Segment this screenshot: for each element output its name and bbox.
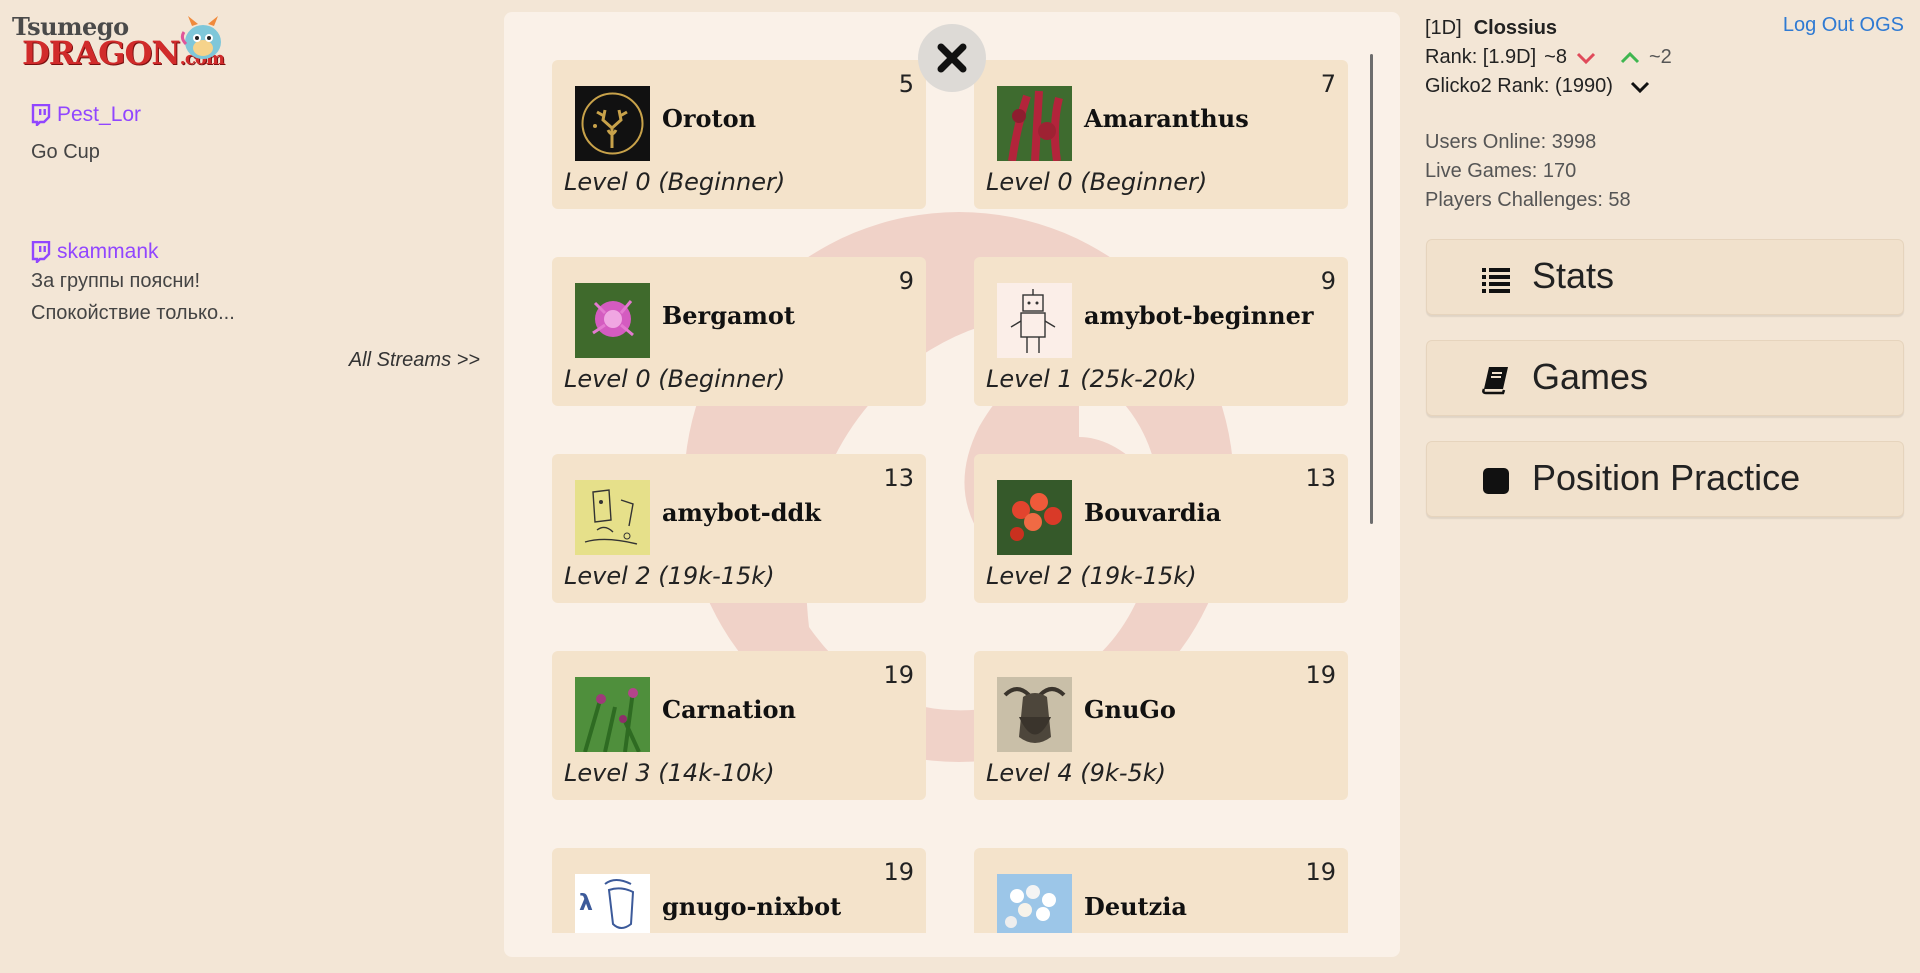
deer-logo-icon: [575, 86, 650, 161]
dragon-mascot-icon: [180, 16, 221, 59]
bot-level: Level 2 (19k-15k): [564, 562, 775, 590]
user-info: [1D] Clossius Rank: [1.9D] ~8 ~2 Glicko2…: [1425, 14, 1672, 101]
deutzia-flower-icon: [997, 874, 1072, 933]
players-challenges: Players Challenges: 58: [1425, 189, 1631, 211]
bot-card-amybot-ddk[interactable]: 13 amybot-ddk Level 2 (19k-15k): [552, 454, 926, 603]
sketch-drawing-icon: [575, 480, 650, 555]
svg-text:λ: λ: [579, 891, 593, 916]
bot-level: Level 0 (Beginner): [564, 168, 786, 196]
bot-level: Level 4 (9k-5k): [986, 759, 1167, 787]
bot-count: 19: [1305, 661, 1336, 689]
chevron-down-red-icon[interactable]: [1575, 50, 1597, 66]
site-stats: Users Online: 3998 Live Games: 170 Playe…: [1425, 128, 1631, 215]
bot-card-carnation[interactable]: 19 Carnation Level 3 (14k-10k): [552, 651, 926, 800]
stats-label: Stats: [1532, 255, 1615, 296]
bot-name: Amaranthus: [1084, 104, 1249, 133]
bot-name: amybot-beginner: [1084, 301, 1314, 330]
logout-link[interactable]: Log Out OGS: [1783, 14, 1904, 37]
stream-title-line: За группы поясни!: [31, 270, 201, 292]
games-label: Games: [1532, 356, 1649, 397]
site-logo[interactable]: Tsumego DRAGON.com: [10, 12, 228, 72]
stream-item: Pest_Lor Go Cup: [31, 103, 141, 167]
bot-card-oroton[interactable]: 5 Oroton Level 0 (Beginner): [552, 60, 926, 209]
bot-card-gnugo-nixbot[interactable]: 19 λ gnugo-nixbot: [552, 848, 926, 933]
panel-scrollbar[interactable]: [1370, 54, 1373, 524]
bot-count: 7: [1320, 70, 1336, 98]
rank-up-value: ~2: [1648, 46, 1672, 68]
list-icon: [1482, 268, 1510, 293]
bot-count: 19: [883, 661, 914, 689]
carnation-flower-icon: [575, 677, 650, 752]
lambda-gnu-icon: λ: [575, 874, 650, 933]
bot-card-amaranthus[interactable]: 7 Amaranthus Level 0 (Beginner): [974, 60, 1348, 209]
twitch-icon: [31, 241, 51, 263]
stream-item: skammank За группы поясни! Спокойствие т…: [31, 240, 235, 328]
bot-name: GnuGo: [1084, 695, 1176, 724]
bot-name: Bergamot: [662, 301, 796, 330]
username: Clossius: [1473, 17, 1558, 39]
stream-name: Pest_Lor: [57, 103, 142, 126]
bot-name: amybot-ddk: [662, 498, 821, 527]
bergamot-flower-icon: [575, 283, 650, 358]
rank-label: Rank: [1.9D]: [1425, 46, 1537, 68]
bot-count: 5: [898, 70, 914, 98]
bot-name: Bouvardia: [1084, 498, 1222, 527]
bot-card-bergamot[interactable]: 9 Bergamot Level 0 (Beginner): [552, 257, 926, 406]
bot-name: Deutzia: [1084, 892, 1187, 921]
stream-title-line: Спокойствие только...: [31, 302, 235, 324]
bot-level: Level 2 (19k-15k): [986, 562, 1197, 590]
all-streams-link[interactable]: All Streams >>: [349, 349, 480, 372]
rank-tag: [1D]: [1425, 17, 1462, 39]
twitch-icon: [31, 104, 51, 126]
bot-count: 19: [883, 858, 914, 886]
position-practice-button[interactable]: Position Practice: [1426, 441, 1904, 517]
users-online: Users Online: 3998: [1425, 131, 1597, 153]
bot-count: 13: [883, 464, 914, 492]
bot-card-amybot-beginner[interactable]: 9 amybot-beginner Level 1 (25k-20k): [974, 257, 1348, 406]
bot-count: 13: [1305, 464, 1336, 492]
bot-level: Level 0 (Beginner): [564, 365, 786, 393]
stats-button[interactable]: Stats: [1426, 239, 1904, 315]
live-games: Live Games: 170: [1425, 160, 1577, 182]
bot-level: Level 3 (14k-10k): [564, 759, 775, 787]
close-panel-button[interactable]: [918, 24, 986, 92]
close-icon: [937, 43, 967, 73]
bot-card-bouvardia[interactable]: 13 Bouvardia Level 2 (19k-15k): [974, 454, 1348, 603]
bot-level: Level 0 (Beginner): [986, 168, 1208, 196]
bouvardia-flower-icon: [997, 480, 1072, 555]
chevron-up-green-icon[interactable]: [1619, 50, 1641, 66]
gnu-icon: [997, 677, 1072, 752]
games-button[interactable]: Games: [1426, 340, 1904, 416]
stream-link[interactable]: Pest_Lor: [31, 103, 141, 127]
bot-count: 9: [898, 267, 914, 295]
bot-level: Level 1 (25k-20k): [986, 365, 1197, 393]
stream-link[interactable]: skammank: [31, 240, 235, 264]
bot-card-deutzia[interactable]: 19 Deutzia: [974, 848, 1348, 933]
position-practice-label: Position Practice: [1532, 457, 1801, 498]
book-icon: [1482, 367, 1508, 395]
stream-name: skammank: [57, 240, 159, 263]
chevron-down-icon[interactable]: [1629, 79, 1651, 95]
glicko-rank: Glicko2 Rank: (1990): [1425, 75, 1613, 97]
square-icon: [1483, 468, 1509, 494]
stream-title: Go Cup: [31, 141, 100, 163]
bot-name: gnugo-nixbot: [662, 892, 842, 921]
bot-card-gnugo[interactable]: 19 GnuGo Level 4 (9k-5k): [974, 651, 1348, 800]
bot-name: Oroton: [662, 104, 757, 133]
bot-list: 5 Oroton Level 0 (Beginner) 7 Amaranthus…: [552, 60, 1348, 933]
robot-sketch-icon: [997, 283, 1072, 358]
rank-down-value: ~8: [1544, 46, 1567, 68]
bot-count: 9: [1320, 267, 1336, 295]
bot-count: 19: [1305, 858, 1336, 886]
bot-name: Carnation: [662, 695, 796, 724]
amaranthus-flower-icon: [997, 86, 1072, 161]
